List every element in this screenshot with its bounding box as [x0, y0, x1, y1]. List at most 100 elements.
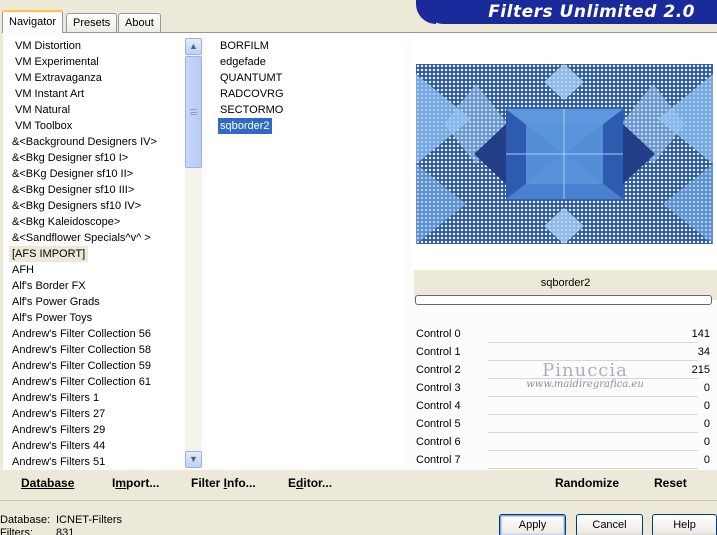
- cancel-button[interactable]: Cancel: [576, 514, 643, 535]
- scroll-up-button[interactable]: ▲: [185, 38, 202, 55]
- filter-item[interactable]: sqborder2: [218, 118, 272, 134]
- category-item[interactable]: Andrew's Filter Collection 56: [9, 326, 154, 342]
- app-title: Filters Unlimited 2.0: [488, 2, 695, 22]
- category-item[interactable]: VM Toolbox: [12, 118, 75, 134]
- filter-item[interactable]: QUANTUMT: [218, 70, 284, 86]
- control-label: Control 1: [416, 346, 461, 358]
- editor-button[interactable]: Editor...: [288, 476, 332, 490]
- status-divider: [0, 500, 717, 501]
- control-value: 0: [703, 436, 710, 448]
- header-banner: Filters Unlimited 2.0: [416, 0, 717, 24]
- category-item[interactable]: Andrew's Filters 1: [9, 390, 102, 406]
- category-item[interactable]: &<BKg Designer sf10 II>: [9, 166, 136, 182]
- category-item[interactable]: &<Bkg Kaleidoscope>: [9, 214, 123, 230]
- control-slider[interactable]: [488, 414, 698, 415]
- import-button[interactable]: Import...: [112, 476, 159, 490]
- control-row[interactable]: Control 1 34: [414, 344, 714, 362]
- filter-item[interactable]: edgefade: [218, 54, 268, 70]
- filter-info-label-end: nfo...: [227, 476, 256, 490]
- scrollbar-thumb[interactable]: [185, 56, 202, 168]
- filter-preview-image: [416, 64, 713, 244]
- category-item[interactable]: &<Bkg Designer sf10 I>: [9, 150, 131, 166]
- category-item[interactable]: VM Distortion: [12, 38, 84, 54]
- control-value: 0: [703, 400, 710, 412]
- tab-navigator[interactable]: Navigator: [2, 10, 64, 33]
- apply-button[interactable]: Apply: [499, 514, 566, 535]
- control-label: Control 2: [416, 364, 461, 376]
- control-row[interactable]: Control 7 0: [414, 452, 714, 470]
- editor-label-end: itor...: [303, 476, 333, 490]
- category-scrollbar[interactable]: ▲ ▼: [185, 38, 202, 468]
- category-item[interactable]: Andrew's Filter Collection 59: [9, 358, 154, 374]
- category-item[interactable]: Andrew's Filters 44: [9, 438, 108, 454]
- control-value: 0: [703, 418, 710, 430]
- help-button[interactable]: Help: [652, 514, 717, 535]
- filter-info-button[interactable]: Filter Info...: [191, 476, 256, 490]
- randomize-button[interactable]: Randomize: [555, 476, 619, 490]
- category-item[interactable]: Andrew's Filter Collection 61: [9, 374, 154, 390]
- control-label: Control 4: [416, 400, 461, 412]
- editor-label-start: E: [288, 476, 297, 490]
- control-slider[interactable]: [488, 378, 698, 379]
- category-item[interactable]: AFH: [9, 262, 37, 278]
- control-slider[interactable]: [488, 342, 698, 343]
- control-label: Control 7: [416, 454, 461, 466]
- control-slider[interactable]: [488, 468, 698, 469]
- control-row[interactable]: Control 4 0: [414, 398, 714, 416]
- status-database-label: Database:: [0, 514, 51, 526]
- preview-artwork: [416, 64, 713, 244]
- category-item[interactable]: VM Natural: [12, 102, 73, 118]
- category-item[interactable]: [AFS IMPORT]: [9, 246, 89, 262]
- category-item[interactable]: VM Instant Art: [12, 86, 87, 102]
- control-value: 0: [703, 382, 710, 394]
- grip-icon: [190, 109, 197, 115]
- control-label: Control 3: [416, 382, 461, 394]
- control-value: 34: [697, 346, 710, 358]
- control-value: 215: [691, 364, 710, 376]
- scroll-down-button[interactable]: ▼: [185, 451, 202, 468]
- progress-bar: [415, 295, 712, 305]
- control-row[interactable]: Control 6 0: [414, 434, 714, 452]
- category-item[interactable]: &<Sandflower Specials^v^ >: [9, 230, 154, 246]
- category-item[interactable]: VM Extravaganza: [12, 70, 105, 86]
- control-label: Control 6: [416, 436, 461, 448]
- control-slider[interactable]: [488, 432, 698, 433]
- category-item[interactable]: Andrew's Filters 51: [9, 454, 108, 468]
- control-slider[interactable]: [488, 396, 698, 397]
- import-label-hotkey: m: [115, 476, 127, 490]
- control-label: Control 5: [416, 418, 461, 430]
- category-item[interactable]: VM Experimental: [12, 54, 102, 70]
- database-button[interactable]: Database: [21, 476, 74, 490]
- category-item[interactable]: &<Background Designers IV>: [9, 134, 160, 150]
- category-item[interactable]: Andrew's Filter Collection 58: [9, 342, 154, 358]
- control-row[interactable]: Control 0 141: [414, 326, 714, 344]
- control-row[interactable]: Control 3 0: [414, 380, 714, 398]
- control-slider[interactable]: [488, 450, 698, 451]
- status-filters-label: Filters:: [0, 527, 33, 535]
- filter-item[interactable]: SECTORMO: [218, 102, 285, 118]
- control-value: 141: [691, 328, 710, 340]
- filter-item[interactable]: RADCOVRG: [218, 86, 286, 102]
- category-item[interactable]: &<Bkg Designer sf10 III>: [9, 182, 137, 198]
- status-database-value: ICNET-Filters: [56, 514, 122, 526]
- category-item[interactable]: &<Bkg Designers sf10 IV>: [9, 198, 144, 214]
- reset-button[interactable]: Reset: [654, 476, 687, 490]
- control-label: Control 0: [416, 328, 461, 340]
- category-item[interactable]: Andrew's Filters 29: [9, 422, 108, 438]
- category-item[interactable]: Andrew's Filters 27: [9, 406, 108, 422]
- control-row[interactable]: Control 5 0: [414, 416, 714, 434]
- import-label-end: port...: [126, 476, 160, 490]
- category-item[interactable]: Alf's Power Toys: [9, 310, 95, 326]
- control-row[interactable]: Control 2 215: [414, 362, 714, 380]
- category-item[interactable]: Alf's Border FX: [9, 278, 89, 294]
- category-item[interactable]: Alf's Power Grads: [9, 294, 103, 310]
- filter-item[interactable]: BORFILM: [218, 38, 271, 54]
- filter-list[interactable]: BORFILM edgefade QUANTUMT RADCOVRG SECTORMO s…: [206, 36, 406, 468]
- status-filters-value: 831: [56, 527, 75, 535]
- tab-about[interactable]: About: [118, 13, 161, 32]
- database-label: Database: [21, 476, 75, 490]
- category-list[interactable]: VM Distortion VM Experimental VM Extravaga…: [5, 36, 185, 468]
- filter-info-label-start: Filter: [191, 476, 224, 490]
- control-slider[interactable]: [488, 360, 698, 361]
- tab-presets[interactable]: Presets: [66, 13, 118, 32]
